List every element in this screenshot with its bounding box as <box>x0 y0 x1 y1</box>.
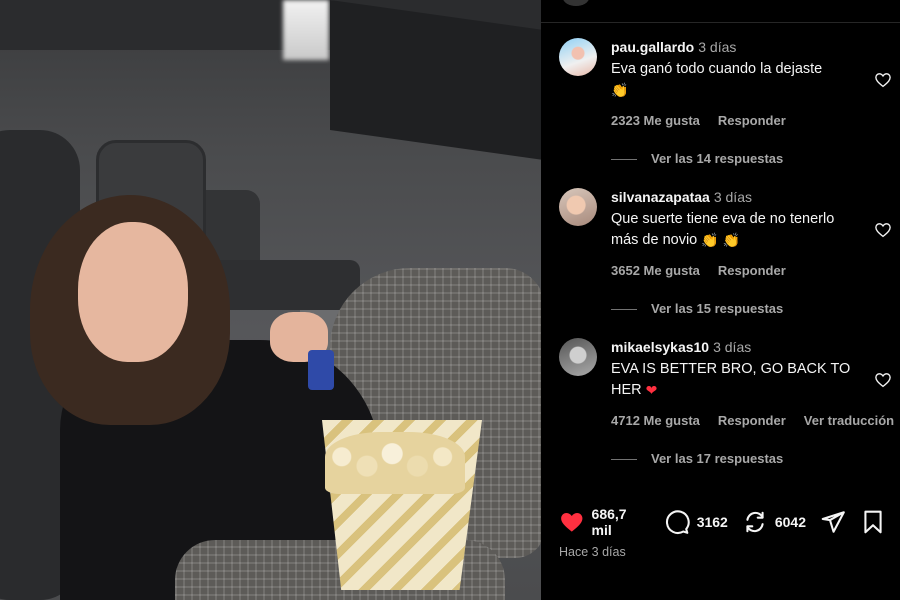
bookmark-icon <box>864 510 882 534</box>
likes-count: 686,7 mil <box>591 506 627 538</box>
comment-meta: 4712 Me gusta Responder Ver traducción <box>611 413 896 428</box>
photo-popcorn <box>325 432 465 494</box>
send-icon <box>821 511 845 533</box>
photo-light <box>283 0 329 60</box>
view-replies-label: Ver las 17 respuestas <box>651 451 784 466</box>
replies-line <box>611 159 637 161</box>
heart-icon[interactable] <box>874 371 892 389</box>
view-replies-label: Ver las 14 respuestas <box>651 151 784 166</box>
red-heart-emoji: ❤ <box>645 382 658 398</box>
avatar[interactable] <box>563 0 589 6</box>
comment-text: EVA IS BETTER BRO, GO BACK TO HER ❤ <box>611 359 861 401</box>
heart-icon[interactable] <box>874 71 892 89</box>
replies-line <box>611 459 637 461</box>
avatar[interactable] <box>559 338 597 376</box>
repost-button[interactable]: 6042 <box>742 509 806 535</box>
comment-time: 3 días <box>713 339 752 355</box>
comment-likes[interactable]: 3652 Me gusta <box>611 263 700 278</box>
reply-button[interactable]: Responder <box>718 263 786 278</box>
like-button[interactable]: 686,7 mil <box>559 506 650 538</box>
save-button[interactable] <box>860 509 886 535</box>
comment-body: pau.gallardo 3 días Eva ganó todo cuando … <box>611 38 861 128</box>
replies-line <box>611 309 637 311</box>
photo-can <box>308 350 334 390</box>
view-replies-button[interactable]: Ver las 15 respuestas <box>611 301 783 316</box>
comments-panel: pau.gallardo 3 días Eva ganó todo cuando … <box>541 0 900 600</box>
comments-count: 3162 <box>696 514 728 530</box>
comment-body: mikaelsykas10 3 días EVA IS BETTER BRO, G… <box>611 338 896 428</box>
share-button[interactable] <box>820 509 846 535</box>
posted-time: Hace 3 días <box>559 545 626 559</box>
heart-filled-icon <box>561 512 583 532</box>
post-photo[interactable] <box>0 0 541 600</box>
photo-person-face <box>78 222 188 362</box>
comment-button[interactable]: 3162 <box>664 509 728 535</box>
comment-text: Que suerte tiene eva de no tenerlo más d… <box>611 209 861 251</box>
reply-button[interactable]: Responder <box>718 413 786 428</box>
reply-button[interactable]: Responder <box>718 113 786 128</box>
comment-text: Eva ganó todo cuando la dejaste 👏 <box>611 59 861 101</box>
comment-meta: 3652 Me gusta Responder <box>611 263 861 278</box>
comment-username[interactable]: mikaelsykas10 <box>611 339 709 355</box>
action-bar: 686,7 mil 3162 6042 <box>559 506 900 538</box>
comment-meta: 2323 Me gusta Responder <box>611 113 861 128</box>
comment-header: mikaelsykas10 3 días <box>611 338 896 356</box>
translate-button[interactable]: Ver traducción <box>804 413 894 428</box>
comment-body: silvanazapataa 3 días Que suerte tiene ev… <box>611 188 861 278</box>
comment-icon <box>665 510 690 535</box>
comment-header: pau.gallardo 3 días <box>611 38 861 56</box>
clap-emoji: 👏 👏 <box>701 232 741 248</box>
reposts-count: 6042 <box>774 514 806 530</box>
comment-header: silvanazapataa 3 días <box>611 188 861 206</box>
comment-time: 3 días <box>698 39 737 55</box>
heart-icon[interactable] <box>874 221 892 239</box>
avatar[interactable] <box>559 188 597 226</box>
view-replies-button[interactable]: Ver las 14 respuestas <box>611 151 783 166</box>
comment-username[interactable]: pau.gallardo <box>611 39 694 55</box>
comment-likes[interactable]: 4712 Me gusta <box>611 413 700 428</box>
view-replies-button[interactable]: Ver las 17 respuestas <box>611 451 783 466</box>
repost-icon <box>746 511 764 533</box>
avatar[interactable] <box>559 38 597 76</box>
comment-text-content: Eva ganó todo cuando la dejaste <box>611 61 823 77</box>
comment-likes[interactable]: 2323 Me gusta <box>611 113 700 128</box>
divider <box>541 22 900 23</box>
view-replies-label: Ver las 15 respuestas <box>651 301 784 316</box>
photo-cinema-seat <box>210 260 360 310</box>
comment-username[interactable]: silvanazapataa <box>611 189 710 205</box>
clap-emoji: 👏 <box>611 82 629 98</box>
comment-time: 3 días <box>713 189 752 205</box>
